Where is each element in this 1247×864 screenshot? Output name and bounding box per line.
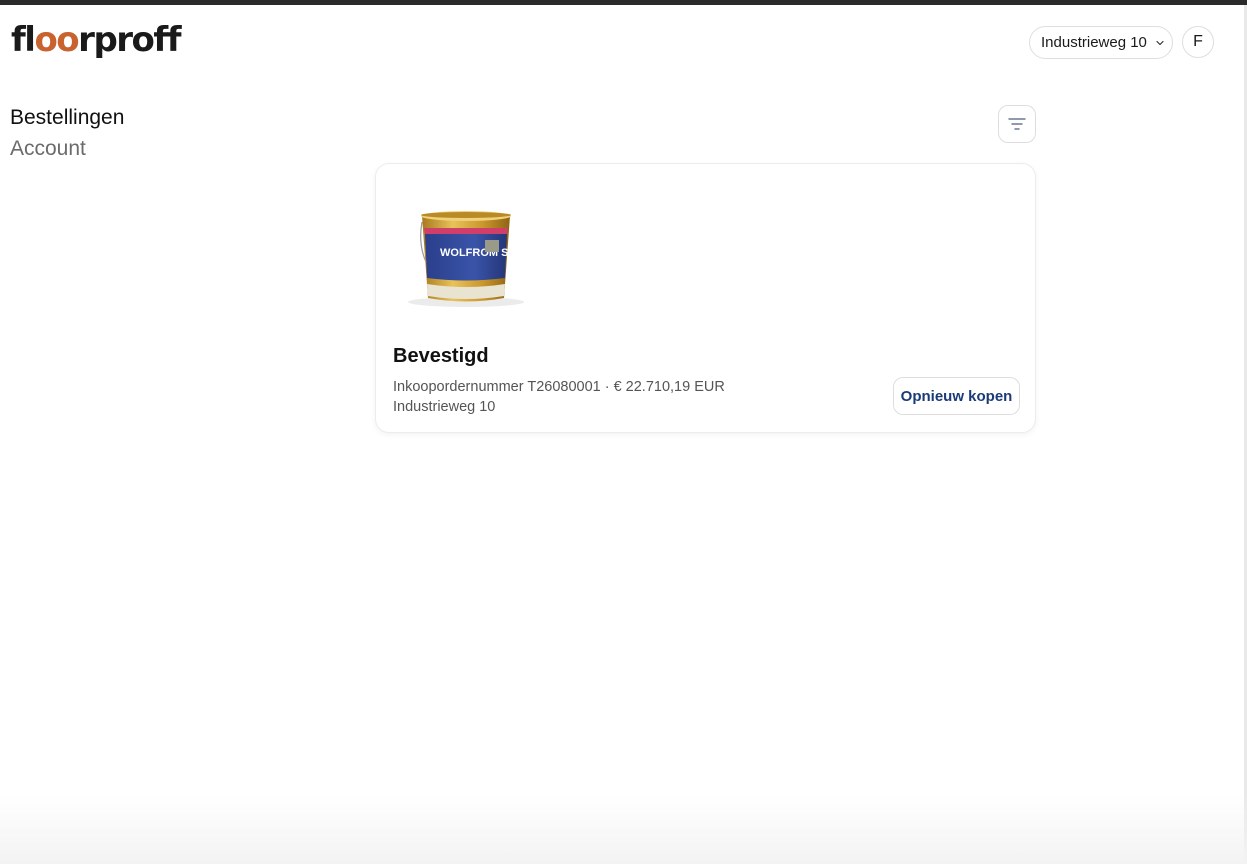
order-card[interactable]: WOLFROM S Bevestigd Inkoopordernummer T2… (375, 163, 1036, 433)
location-selector[interactable]: Industrieweg 10 (1029, 26, 1173, 59)
logo-text-end: rproff (78, 20, 181, 60)
location-label: Industrieweg 10 (1041, 34, 1147, 51)
side-nav: Bestellingen Account (10, 104, 124, 166)
order-status: Bevestigd (393, 345, 489, 367)
order-address: Industrieweg 10 (393, 399, 496, 415)
nav-item-bestellingen[interactable]: Bestellingen (10, 104, 124, 132)
rebuy-button[interactable]: Opnieuw kopen (893, 377, 1020, 415)
order-number-and-total: Inkoopordernummer T26080001 · € 22.710,1… (393, 379, 725, 395)
user-avatar[interactable]: F (1182, 26, 1214, 58)
floorproff-logo[interactable]: floorproff (11, 20, 181, 60)
logo-text-start: fl (11, 20, 36, 60)
order-meta: Inkoopordernummer T26080001 · € 22.710,1… (393, 377, 725, 417)
nav-item-account[interactable]: Account (10, 135, 124, 163)
bottom-fade (0, 794, 1247, 864)
logo-text-accent: oo (34, 20, 79, 60)
filter-icon (1008, 118, 1026, 130)
product-image: WOLFROM S (408, 211, 524, 307)
chevron-down-icon (1156, 40, 1164, 45)
filter-button[interactable] (998, 105, 1036, 143)
browser-top-strip (0, 0, 1247, 5)
